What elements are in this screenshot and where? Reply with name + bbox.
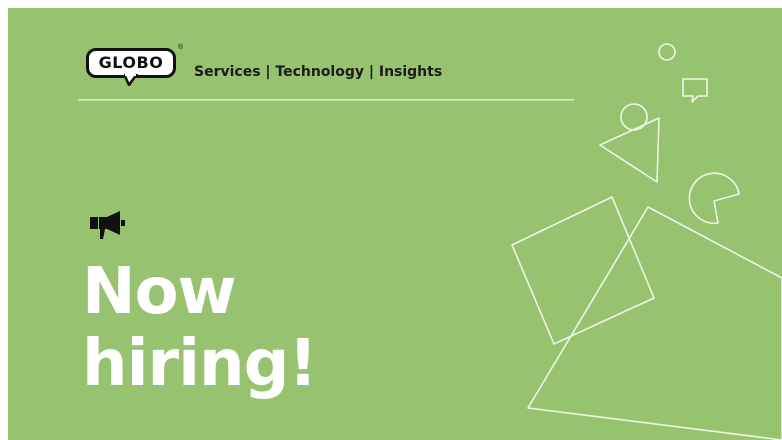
registered-mark: ® xyxy=(178,44,184,51)
globo-logo[interactable]: GLOBO ® xyxy=(86,44,184,94)
hiring-banner: GLOBO ® Services | Technology | Insights… xyxy=(8,8,782,440)
headline: Now hiring! xyxy=(82,255,318,401)
headline-line-2: hiring! xyxy=(82,327,318,401)
headline-line-1: Now xyxy=(82,255,237,329)
header-divider xyxy=(78,99,574,101)
logo-text: GLOBO xyxy=(98,53,164,72)
tagline: Services | Technology | Insights xyxy=(194,64,443,80)
logo-speech-tail xyxy=(124,74,138,86)
megaphone-icon xyxy=(90,211,125,239)
